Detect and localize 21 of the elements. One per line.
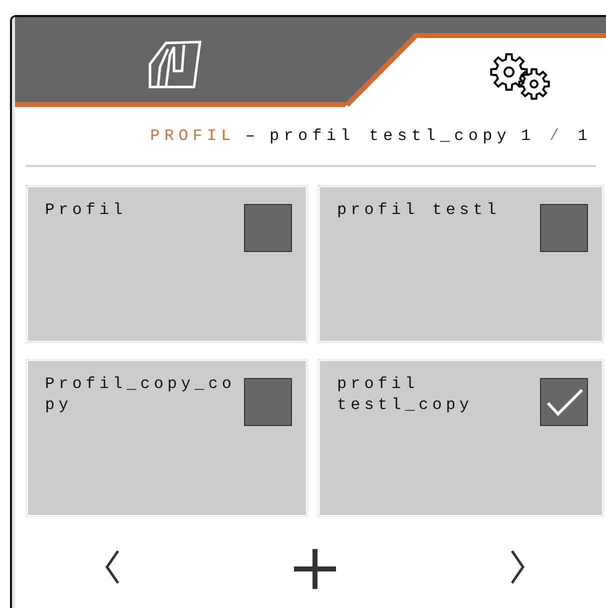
profile-card[interactable]: profil testl: [320, 187, 602, 341]
profile-label: profil testl_copy: [337, 374, 474, 416]
chevron-left-icon: [104, 549, 122, 585]
drill-icon: [148, 39, 202, 89]
checkbox[interactable]: [244, 204, 292, 252]
checkbox[interactable]: [540, 378, 588, 426]
profile-label: Profil_copy_copy: [45, 374, 236, 416]
title-separator: –: [245, 127, 260, 145]
chevron-right-icon: [508, 549, 526, 585]
section-title: PROFIL: [150, 127, 236, 145]
profile-name: profil testl_copy: [270, 127, 511, 145]
profile-label: profil testl: [337, 200, 502, 221]
profile-card[interactable]: profil testl_copy: [320, 361, 602, 515]
profile-label: Profil: [45, 200, 128, 221]
profile-card[interactable]: Profil: [28, 187, 306, 341]
checkbox[interactable]: [540, 204, 588, 252]
profile-card[interactable]: Profil_copy_copy: [28, 361, 306, 515]
settings-icon: [488, 52, 553, 102]
checkbox[interactable]: [244, 378, 292, 426]
plus-icon: [294, 549, 336, 589]
page-counter: 1 / 1: [520, 127, 592, 145]
